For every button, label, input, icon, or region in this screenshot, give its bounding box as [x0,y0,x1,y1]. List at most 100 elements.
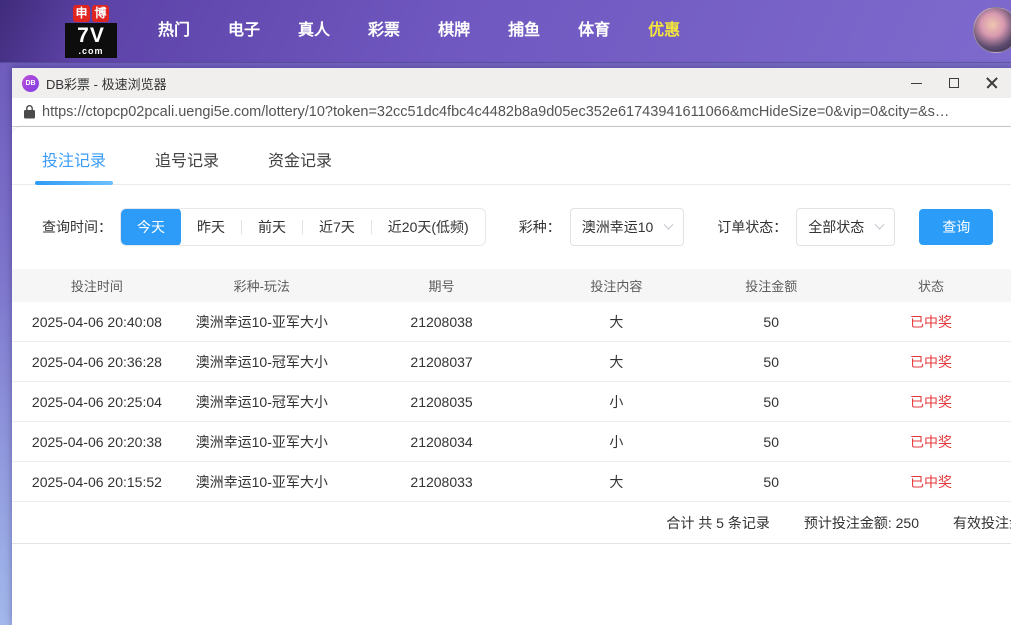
cell-bet-time: 2025-04-06 20:20:38 [12,434,182,450]
lock-icon [24,105,35,119]
cell-bet-content: 大 [541,352,691,372]
status-select-value: 全部状态 [808,217,864,237]
record-tabs: 投注记录 追号记录 资金记录 [12,127,1011,185]
query-button[interactable]: 查询 [919,209,993,245]
window-controls [897,68,1011,98]
cell-bet-amount: 50 [691,434,851,450]
summary-total: 合计 共 5 条记录 [666,513,769,533]
header-bet-amount: 投注金额 [691,276,851,295]
cell-game-play: 澳洲幸运10-亚军大小 [182,472,342,492]
header-bet-content: 投注内容 [541,276,691,295]
app-icon: DB [22,75,39,92]
close-icon [986,77,998,89]
table-row: 2025-04-06 20:15:52 澳洲幸运10-亚军大小 21208033… [12,462,1011,502]
lottery-select[interactable]: 澳洲幸运10 [570,208,685,246]
cell-bet-content: 小 [541,392,691,412]
cell-period: 21208033 [342,474,542,490]
header-period: 期号 [342,276,542,295]
logo-suffix-text: .com [65,46,117,58]
logo-badge-shen: 申 [73,5,90,22]
time-option-7days[interactable]: 近7天 [303,208,371,246]
table-row: 2025-04-06 20:40:08 澳洲幸运10-亚军大小 21208038… [12,302,1011,342]
bet-records-table: 投注时间 彩种-玩法 期号 投注内容 投注金额 状态 2025-04-06 20… [12,269,1011,502]
cell-bet-amount: 50 [691,474,851,490]
chevron-down-icon [664,219,674,229]
tab-chase-records[interactable]: 追号记录 [155,147,219,184]
header-bet-time: 投注时间 [12,276,182,295]
cell-game-play: 澳洲幸运10-亚军大小 [182,312,342,332]
cell-bet-amount: 50 [691,354,851,370]
user-avatar[interactable] [973,7,1011,53]
time-option-20days[interactable]: 近20天(低频) [372,208,485,246]
time-range-group: 今天 昨天 前天 近7天 近20天(低频) [120,208,486,246]
maximize-icon [949,78,959,88]
time-filter-label: 查询时间： [42,217,112,237]
logo-badges: 申 博 [65,5,117,22]
status-badge: 已中奖 [851,472,1011,492]
close-button[interactable] [973,68,1011,98]
cell-game-play: 澳洲幸运10-冠军大小 [182,392,342,412]
top-nav: 申 博 7V .com 热门 电子 真人 彩票 棋牌 捕鱼 体育 优惠 [0,0,1011,62]
cell-bet-content: 大 [541,312,691,332]
nav-item-live[interactable]: 真人 [279,0,349,62]
status-filter-label: 订单状态： [717,217,787,237]
lottery-select-value: 澳洲幸运10 [582,217,654,237]
nav-item-board-games[interactable]: 棋牌 [419,0,489,62]
cell-bet-amount: 50 [691,314,851,330]
tab-bet-records[interactable]: 投注记录 [42,147,106,184]
url-input[interactable]: https://ctopcp02pcali.uengi5e.com/lotter… [42,104,1003,120]
summary-row: 合计 共 5 条记录 预计投注金额: 250 有效投注金额 [12,502,1011,544]
nav-item-electronic[interactable]: 电子 [209,0,279,62]
table-row: 2025-04-06 20:25:04 澳洲幸运10-冠军大小 21208035… [12,382,1011,422]
browser-window: DB DB彩票 - 极速浏览器 https://ctopcp02pcali.ue… [12,68,1011,625]
logo-badge-bo: 博 [92,5,109,22]
status-badge: 已中奖 [851,432,1011,452]
cell-game-play: 澳洲幸运10-冠军大小 [182,352,342,372]
cell-period: 21208037 [342,354,542,370]
nav-item-hot[interactable]: 热门 [139,0,209,62]
cell-bet-time: 2025-04-06 20:36:28 [12,354,182,370]
minimize-icon [911,83,922,84]
cell-bet-time: 2025-04-06 20:40:08 [12,314,182,330]
table-row: 2025-04-06 20:36:28 澳洲幸运10-冠军大小 21208037… [12,342,1011,382]
time-option-today[interactable]: 今天 [121,208,181,246]
tab-fund-records[interactable]: 资金记录 [268,147,332,184]
chevron-down-icon [875,219,885,229]
site-logo[interactable]: 申 博 7V .com [65,5,117,58]
cell-bet-content: 大 [541,472,691,492]
table-header-row: 投注时间 彩种-玩法 期号 投注内容 投注金额 状态 [12,269,1011,302]
cell-period: 21208038 [342,314,542,330]
empty-area [12,544,1011,625]
cell-bet-time: 2025-04-06 20:25:04 [12,394,182,410]
nav-item-lottery[interactable]: 彩票 [349,0,419,62]
cell-period: 21208034 [342,434,542,450]
status-select[interactable]: 全部状态 [796,208,895,246]
header-status: 状态 [851,276,1011,295]
main-menu: 热门 电子 真人 彩票 棋牌 捕鱼 体育 优惠 [139,0,699,62]
time-option-day-before[interactable]: 前天 [242,208,302,246]
maximize-button[interactable] [935,68,973,98]
status-badge: 已中奖 [851,312,1011,332]
window-titlebar: DB DB彩票 - 极速浏览器 [12,68,1011,98]
summary-expected-amount: 预计投注金额: 250 [804,513,919,533]
header-game-play: 彩种-玩法 [182,276,342,295]
summary-valid-amount: 有效投注金额 [953,513,1011,533]
status-badge: 已中奖 [851,352,1011,372]
logo-main-text: 7V [65,23,117,46]
cell-period: 21208035 [342,394,542,410]
nav-item-fishing[interactable]: 捕鱼 [489,0,559,62]
minimize-button[interactable] [897,68,935,98]
cell-bet-time: 2025-04-06 20:15:52 [12,474,182,490]
cell-bet-amount: 50 [691,394,851,410]
time-option-yesterday[interactable]: 昨天 [181,208,241,246]
nav-item-sports[interactable]: 体育 [559,0,629,62]
cell-game-play: 澳洲幸运10-亚军大小 [182,432,342,452]
url-bar: https://ctopcp02pcali.uengi5e.com/lotter… [12,98,1011,127]
page-content: 投注记录 追号记录 资金记录 查询时间： 今天 昨天 前天 近7天 近20天(低… [12,127,1011,625]
table-row: 2025-04-06 20:20:38 澳洲幸运10-亚军大小 21208034… [12,422,1011,462]
nav-item-promo[interactable]: 优惠 [629,0,699,62]
window-title: DB彩票 - 极速浏览器 [46,74,167,93]
filter-bar: 查询时间： 今天 昨天 前天 近7天 近20天(低频) 彩种： 澳洲幸运10 订… [42,208,1011,246]
lottery-filter-label: 彩种： [519,217,561,237]
status-badge: 已中奖 [851,392,1011,412]
